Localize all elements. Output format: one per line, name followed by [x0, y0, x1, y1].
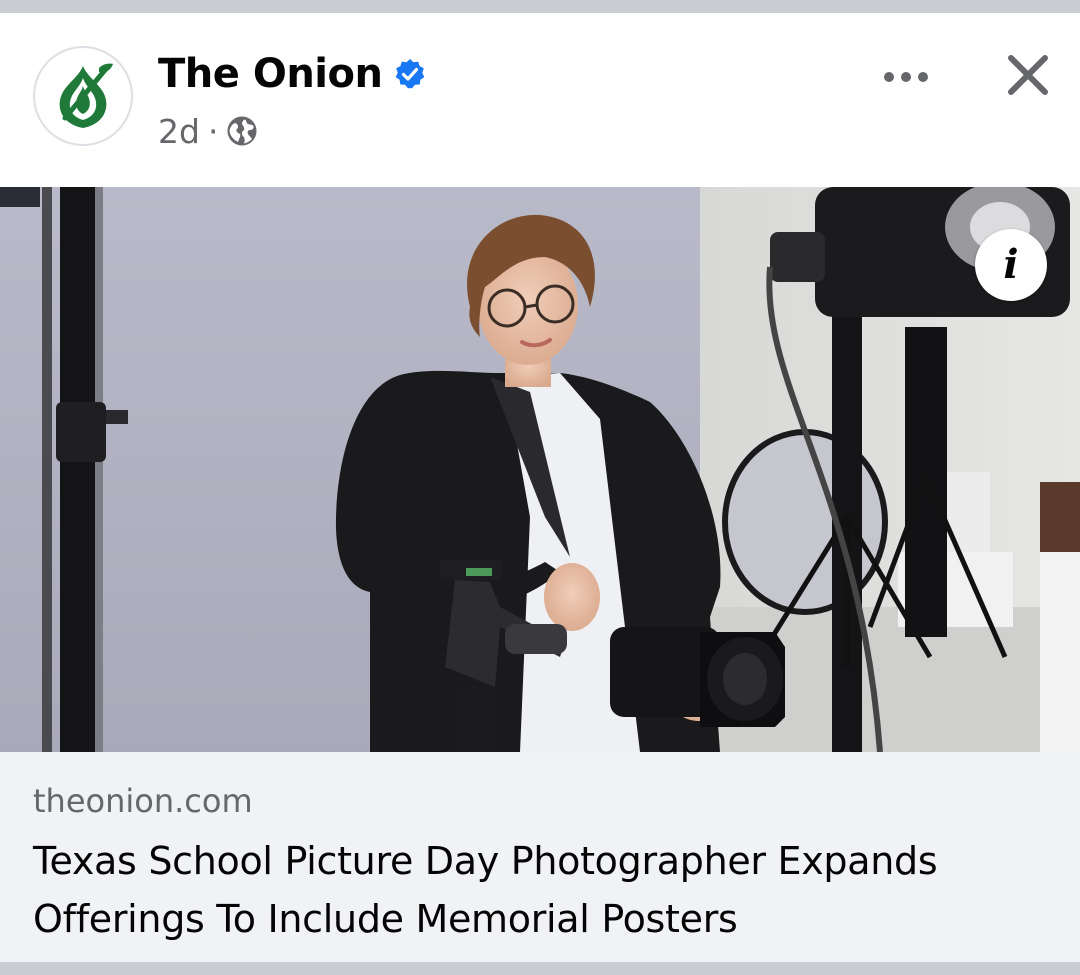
post-header: The Onion 2d · — [0, 13, 1080, 187]
ad-info-button[interactable]: i — [975, 229, 1047, 301]
verified-badge-icon — [394, 58, 426, 90]
close-button[interactable] — [998, 45, 1058, 105]
globe-icon[interactable] — [226, 115, 258, 147]
top-separator — [0, 0, 1080, 13]
more-horizontal-icon — [884, 72, 928, 82]
page-name-row: The Onion — [158, 49, 426, 99]
meta-separator: · — [207, 111, 219, 151]
more-options-button[interactable] — [878, 49, 934, 105]
post-card: The Onion 2d · i theonion.com Texas Scho… — [0, 13, 1080, 962]
post-timestamp[interactable]: 2d — [158, 112, 200, 151]
info-icon: i — [1003, 241, 1019, 288]
post-meta: 2d · — [158, 111, 258, 151]
link-domain: theonion.com — [33, 782, 253, 820]
close-icon — [1008, 55, 1048, 95]
post-image[interactable] — [0, 187, 1080, 752]
page-name[interactable]: The Onion — [158, 51, 383, 97]
onion-logo-icon — [59, 63, 113, 128]
page-avatar[interactable] — [33, 46, 133, 146]
link-preview[interactable]: theonion.com Texas School Picture Day Ph… — [0, 752, 1080, 962]
link-title[interactable]: Texas School Picture Day Photographer Ex… — [33, 832, 1033, 948]
